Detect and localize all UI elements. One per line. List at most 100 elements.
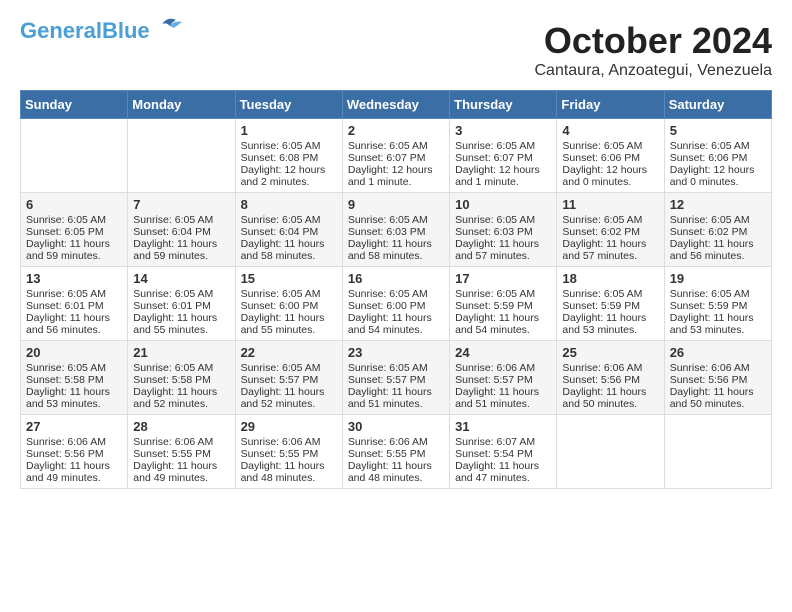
calendar-cell: 29Sunrise: 6:06 AMSunset: 5:55 PMDayligh… — [235, 415, 342, 489]
cell-info: Daylight: 11 hours — [670, 238, 766, 250]
cell-info: and 0 minutes. — [670, 176, 766, 188]
cell-info: Sunset: 5:57 PM — [455, 374, 551, 386]
weekday-header-sunday: Sunday — [21, 91, 128, 119]
calendar-cell: 5Sunrise: 6:05 AMSunset: 6:06 PMDaylight… — [664, 119, 771, 193]
cell-info: Sunset: 6:01 PM — [133, 300, 229, 312]
cell-info: Sunset: 6:04 PM — [133, 226, 229, 238]
calendar-cell — [664, 415, 771, 489]
day-number: 24 — [455, 345, 551, 360]
cell-info: Sunset: 6:07 PM — [348, 152, 444, 164]
day-number: 3 — [455, 123, 551, 138]
calendar-cell: 1 Sunrise: 6:05 AMSunset: 6:08 PMDaylight… — [235, 119, 342, 193]
cell-info: Daylight: 11 hours — [26, 238, 122, 250]
cell-info: Sunrise: 6:05 AM — [455, 214, 551, 226]
day-number: 19 — [670, 271, 766, 286]
cell-info: Sunset: 6:00 PM — [241, 300, 337, 312]
day-number: 22 — [241, 345, 337, 360]
calendar-cell: 18Sunrise: 6:05 AMSunset: 5:59 PMDayligh… — [557, 267, 664, 341]
cell-info: Daylight: 11 hours — [26, 312, 122, 324]
logo-bird-icon — [152, 16, 184, 38]
cell-info: Daylight: 11 hours — [455, 312, 551, 324]
cell-info: and 57 minutes. — [562, 250, 658, 262]
cell-info: Sunrise: 6:05 AM — [26, 214, 122, 226]
day-number: 23 — [348, 345, 444, 360]
calendar-cell: 4Sunrise: 6:05 AMSunset: 6:06 PMDaylight… — [557, 119, 664, 193]
cell-info: Daylight: 12 hours — [241, 164, 337, 176]
calendar-cell: 12Sunrise: 6:05 AMSunset: 6:02 PMDayligh… — [664, 193, 771, 267]
calendar-cell: 3Sunrise: 6:05 AMSunset: 6:07 PMDaylight… — [450, 119, 557, 193]
cell-info: Daylight: 12 hours — [348, 164, 444, 176]
cell-info: Daylight: 11 hours — [26, 386, 122, 398]
cell-info: and 48 minutes. — [241, 472, 337, 484]
weekday-header-tuesday: Tuesday — [235, 91, 342, 119]
cell-info: Sunset: 6:08 PM — [241, 152, 337, 164]
cell-info: Daylight: 11 hours — [455, 238, 551, 250]
calendar-cell: 26Sunrise: 6:06 AMSunset: 5:56 PMDayligh… — [664, 341, 771, 415]
day-number: 14 — [133, 271, 229, 286]
location: Cantaura, Anzoategui, Venezuela — [534, 62, 772, 80]
logo: GeneralBlue — [20, 20, 184, 42]
day-number: 7 — [133, 197, 229, 212]
day-number: 1 — [241, 123, 337, 138]
cell-info: Daylight: 11 hours — [670, 386, 766, 398]
cell-info: Sunrise: 6:05 AM — [670, 288, 766, 300]
cell-info: Daylight: 11 hours — [562, 312, 658, 324]
calendar-cell: 9Sunrise: 6:05 AMSunset: 6:03 PMDaylight… — [342, 193, 449, 267]
cell-info: Sunset: 6:06 PM — [670, 152, 766, 164]
day-number: 8 — [241, 197, 337, 212]
cell-info: Sunset: 5:59 PM — [670, 300, 766, 312]
day-number: 26 — [670, 345, 766, 360]
day-number: 27 — [26, 419, 122, 434]
calendar-cell: 6Sunrise: 6:05 AMSunset: 6:05 PMDaylight… — [21, 193, 128, 267]
cell-info: and 51 minutes. — [455, 398, 551, 410]
cell-info: Sunrise: 6:05 AM — [241, 140, 337, 152]
week-row-4: 20Sunrise: 6:05 AMSunset: 5:58 PMDayligh… — [21, 341, 772, 415]
cell-info: and 59 minutes. — [26, 250, 122, 262]
cell-info: Sunrise: 6:05 AM — [26, 288, 122, 300]
day-number: 13 — [26, 271, 122, 286]
week-row-1: 1Sunrise: 6:05 AMSunset: 6:08 PMDaylight… — [21, 119, 772, 193]
cell-info: Daylight: 11 hours — [348, 312, 444, 324]
cell-info: Sunset: 5:54 PM — [455, 448, 551, 460]
calendar-table: SundayMondayTuesdayWednesdayThursdayFrid… — [20, 90, 772, 489]
cell-info: and 55 minutes. — [133, 324, 229, 336]
cell-info: Sunset: 5:58 PM — [26, 374, 122, 386]
cell-info: and 56 minutes. — [26, 324, 122, 336]
calendar-cell: 8Sunrise: 6:05 AMSunset: 6:04 PMDaylight… — [235, 193, 342, 267]
cell-info: Sunset: 6:06 PM — [562, 152, 658, 164]
day-number: 25 — [562, 345, 658, 360]
cell-info: and 53 minutes. — [26, 398, 122, 410]
cell-info: Sunset: 5:59 PM — [562, 300, 658, 312]
cell-info: and 56 minutes. — [670, 250, 766, 262]
cell-info: Sunset: 5:58 PM — [133, 374, 229, 386]
cell-info: Daylight: 11 hours — [133, 460, 229, 472]
month-title: October 2024 — [534, 20, 772, 62]
cell-info: Sunrise: 6:05 AM — [562, 140, 658, 152]
cell-info: Sunrise: 6:05 AM — [241, 214, 337, 226]
cell-info: Daylight: 11 hours — [241, 312, 337, 324]
cell-info: Sunrise: 6:06 AM — [670, 362, 766, 374]
cell-info: Sunset: 6:05 PM — [26, 226, 122, 238]
cell-info: and 0 minutes. — [562, 176, 658, 188]
day-number: 11 — [562, 197, 658, 212]
cell-info: Sunset: 6:00 PM — [348, 300, 444, 312]
day-number: 31 — [455, 419, 551, 434]
calendar-cell: 30Sunrise: 6:06 AMSunset: 5:55 PMDayligh… — [342, 415, 449, 489]
cell-info: Daylight: 11 hours — [241, 386, 337, 398]
calendar-cell: 23Sunrise: 6:05 AMSunset: 5:57 PMDayligh… — [342, 341, 449, 415]
calendar-cell: 25Sunrise: 6:06 AMSunset: 5:56 PMDayligh… — [557, 341, 664, 415]
cell-info: and 59 minutes. — [133, 250, 229, 262]
calendar-cell: 14Sunrise: 6:05 AMSunset: 6:01 PMDayligh… — [128, 267, 235, 341]
day-number: 20 — [26, 345, 122, 360]
cell-info: Sunset: 5:57 PM — [348, 374, 444, 386]
calendar-cell: 22Sunrise: 6:05 AMSunset: 5:57 PMDayligh… — [235, 341, 342, 415]
cell-info: Daylight: 11 hours — [133, 312, 229, 324]
weekday-header-row: SundayMondayTuesdayWednesdayThursdayFrid… — [21, 91, 772, 119]
cell-info: Daylight: 11 hours — [26, 460, 122, 472]
cell-info: Sunset: 5:56 PM — [26, 448, 122, 460]
calendar-cell: 24Sunrise: 6:06 AMSunset: 5:57 PMDayligh… — [450, 341, 557, 415]
weekday-header-wednesday: Wednesday — [342, 91, 449, 119]
cell-info: Sunset: 6:02 PM — [562, 226, 658, 238]
calendar-cell: 11Sunrise: 6:05 AMSunset: 6:02 PMDayligh… — [557, 193, 664, 267]
cell-info: Sunrise: 6:05 AM — [133, 362, 229, 374]
